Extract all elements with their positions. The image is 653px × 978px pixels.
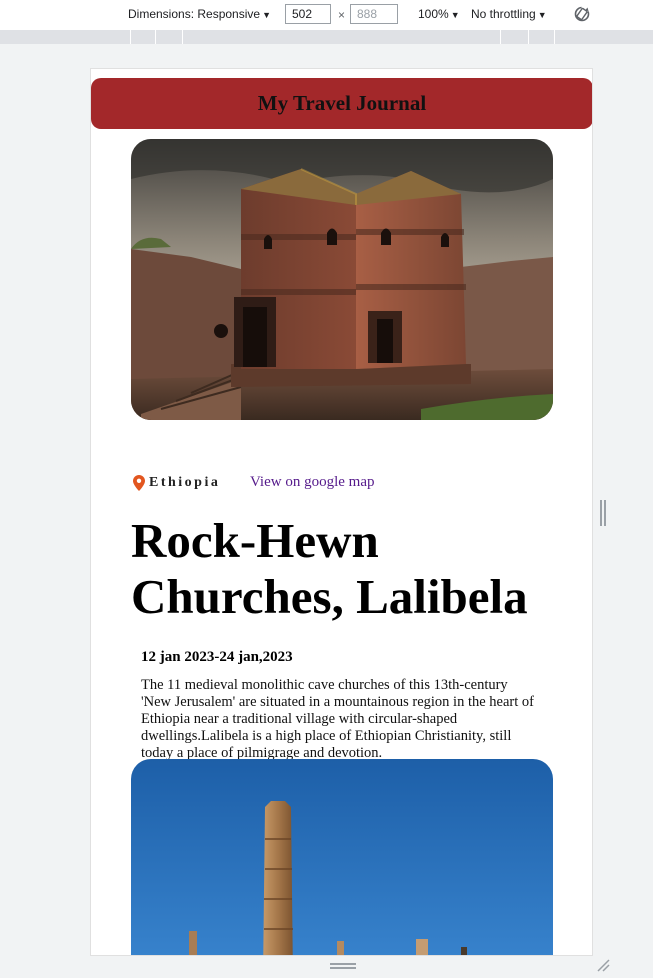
google-map-link[interactable]: View on google map (250, 474, 375, 491)
chevron-down-icon: ▼ (537, 10, 547, 20)
entry-description: The 11 medieval monolithic cave churches… (141, 677, 534, 761)
chevron-down-icon: ▼ (262, 10, 271, 20)
chevron-down-icon: ▼ (450, 10, 460, 20)
times-sign: × (338, 8, 346, 22)
resize-handle-bottom[interactable] (330, 963, 356, 969)
axum-obelisk-image (131, 759, 553, 955)
width-input[interactable]: 502 (285, 4, 331, 24)
entry-dates: 12 jan 2023-24 jan,2023 (141, 649, 293, 665)
dimensions-label: Dimensions: Responsive (128, 7, 261, 21)
page-title: My Travel Journal (257, 91, 427, 115)
zoom-label: 100% (418, 7, 449, 21)
site-header: My Travel Journal (91, 78, 592, 129)
zoom-dropdown[interactable]: 100% ▼ (418, 7, 460, 21)
ruler-tick (554, 30, 555, 44)
ruler-tick (500, 30, 501, 44)
height-input[interactable]: 888 (350, 4, 398, 24)
throttling-label: No throttling (471, 7, 536, 21)
lalibela-church-image (131, 139, 553, 420)
journal-entry-card: Ethiopia View on google map Rock-Hewn Ch… (131, 139, 553, 761)
country-label: Ethiopia (149, 475, 221, 490)
rotate-icon[interactable] (572, 4, 592, 24)
devtools-toolbar: Dimensions: Responsive ▼ 502 × 888 100% ▼ … (0, 0, 653, 31)
media-query-ruler[interactable] (0, 30, 653, 44)
church-photo (131, 139, 553, 420)
entry-title: Rock-Hewn Churches, Lalibela (131, 513, 528, 624)
entry-meta: Ethiopia View on google map (131, 472, 553, 492)
dimensions-dropdown[interactable]: Dimensions: Responsive ▼ (128, 7, 271, 21)
obelisk-photo (131, 759, 553, 955)
location-pin-icon (133, 475, 145, 491)
ruler-tick (528, 30, 529, 44)
ruler-tick (155, 30, 156, 44)
ruler-tick (182, 30, 183, 44)
resize-grip-icon[interactable] (596, 958, 610, 972)
ruler-tick (130, 30, 131, 44)
device-viewport: My Travel Journal Ethiopia View on googl… (90, 68, 593, 956)
resize-handle-right[interactable] (600, 500, 606, 526)
throttling-dropdown[interactable]: No throttling ▼ (471, 7, 547, 21)
